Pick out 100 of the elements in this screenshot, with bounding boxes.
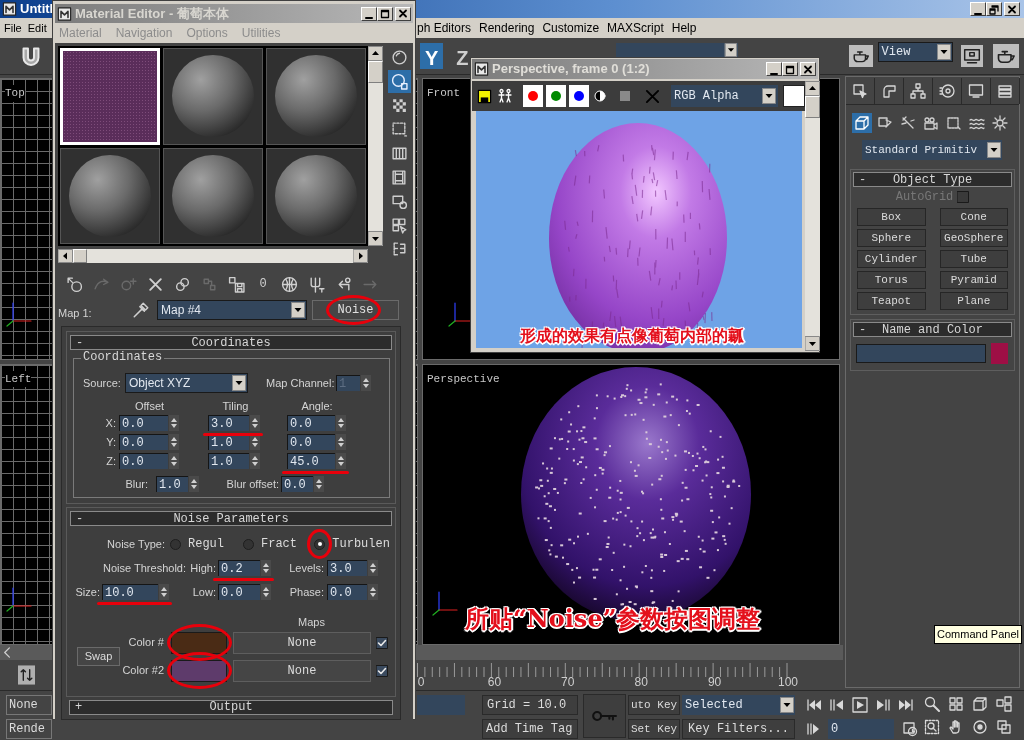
selection-field[interactable]: None xyxy=(6,695,52,715)
swap-button[interactable]: Swap xyxy=(77,647,120,666)
display-dropdown[interactable]: RGB Alpha xyxy=(671,85,778,107)
caret-down-icon[interactable] xyxy=(232,375,246,391)
spinner-icon[interactable] xyxy=(261,584,271,600)
scroll-thumb[interactable] xyxy=(805,96,820,118)
number-field[interactable]: 3.0 xyxy=(327,560,367,576)
rollout-header[interactable]: - Noise Parameters xyxy=(70,511,392,526)
spinner-icon[interactable] xyxy=(189,476,199,492)
spinner-icon[interactable] xyxy=(361,375,371,391)
number-field[interactable]: 10.0 xyxy=(102,584,158,600)
color-swatch[interactable] xyxy=(171,659,227,682)
material-slot[interactable] xyxy=(60,147,160,244)
spinner-icon[interactable] xyxy=(368,560,378,576)
scroll-down-icon[interactable] xyxy=(368,231,383,246)
contrast-icon[interactable] xyxy=(594,90,606,102)
vertical-scrollbar[interactable] xyxy=(368,46,383,246)
spinner-icon[interactable] xyxy=(336,453,346,469)
render-frame-icon[interactable] xyxy=(960,45,983,67)
number-field[interactable]: 45.0 xyxy=(287,453,335,469)
frame-field[interactable]: 0 xyxy=(828,719,894,739)
map-button[interactable]: None xyxy=(233,659,371,682)
object-type-button[interactable]: Pyramid xyxy=(939,271,1008,289)
viewport-label[interactable]: Left xyxy=(5,370,32,387)
menu-item[interactable]: Edit xyxy=(27,19,47,37)
number-field[interactable]: 0.0 xyxy=(119,415,168,431)
object-color-swatch[interactable] xyxy=(991,343,1008,364)
auto-key-button[interactable]: uto Key xyxy=(628,695,680,715)
number-field[interactable]: 0.0 xyxy=(287,434,335,450)
radio-option[interactable]: Fract xyxy=(243,535,302,553)
radio-button-icon[interactable] xyxy=(314,538,326,550)
effects-channel-button[interactable]: 0 xyxy=(253,274,273,294)
scroll-down-icon[interactable] xyxy=(805,336,820,351)
spinner-icon[interactable] xyxy=(336,415,346,431)
spinner-icon[interactable] xyxy=(250,434,260,450)
render-button[interactable]: Rende xyxy=(6,719,52,739)
scroll-thumb[interactable] xyxy=(73,249,87,263)
teapot-icon[interactable] xyxy=(848,45,873,67)
color-swatch[interactable] xyxy=(783,85,805,107)
object-type-button[interactable]: Sphere xyxy=(857,229,926,247)
number-field[interactable]: 0.2 xyxy=(218,560,260,576)
number-field[interactable]: 0.0 xyxy=(218,584,260,600)
object-type-button[interactable]: Torus xyxy=(857,271,926,289)
color-swatch[interactable] xyxy=(171,631,227,654)
radio-option[interactable]: Turbulen xyxy=(314,535,392,553)
set-key-mode-button[interactable]: Set Key xyxy=(628,719,680,739)
view-dropdown[interactable]: View xyxy=(877,42,953,62)
cube-icon[interactable] xyxy=(852,113,872,133)
menu-item[interactable]: Rendering xyxy=(479,19,535,37)
object-type-button[interactable]: Box xyxy=(857,208,926,226)
rollout-header[interactable]: - Name and Color xyxy=(853,322,1012,337)
channel-toggle[interactable] xyxy=(569,85,589,107)
menu-item[interactable]: Help xyxy=(671,19,697,37)
number-field[interactable]: 0.0 xyxy=(281,476,313,492)
material-slot[interactable] xyxy=(266,48,366,145)
map-button[interactable]: None xyxy=(233,631,371,654)
cube-outline-icon[interactable] xyxy=(972,696,988,712)
checkbox[interactable] xyxy=(376,664,388,677)
number-field[interactable]: 1.0 xyxy=(156,476,188,492)
step-forward-icon[interactable] xyxy=(875,697,891,713)
menu-item[interactable]: Customize xyxy=(542,19,600,37)
skip-forward-icon[interactable] xyxy=(898,697,914,713)
spinner-icon[interactable] xyxy=(336,434,346,450)
radio-button-icon[interactable] xyxy=(170,538,181,550)
map-name-dropdown[interactable]: Map #4 xyxy=(157,300,307,320)
rollout-header[interactable]: - Object Type xyxy=(853,172,1012,187)
number-field[interactable]: 0.0 xyxy=(327,584,367,600)
spinner-icon[interactable] xyxy=(169,434,179,450)
number-field[interactable]: 1.0 xyxy=(208,453,249,469)
four-squares-icon[interactable] xyxy=(948,696,964,712)
menu-item[interactable]: MAXScript xyxy=(607,19,664,37)
spinner-icon[interactable] xyxy=(250,453,260,469)
name-field[interactable] xyxy=(856,344,986,363)
viewport-label[interactable]: Top xyxy=(5,85,25,102)
radio-button-icon[interactable] xyxy=(243,538,254,550)
number-field[interactable]: 3.0 xyxy=(208,415,249,431)
collapse-toggle[interactable]: - xyxy=(71,512,87,525)
number-field[interactable]: 0.0 xyxy=(287,415,335,431)
up-down-arrows-icon[interactable] xyxy=(17,665,35,685)
collapse-toggle[interactable]: + xyxy=(70,701,86,713)
collapse-toggle[interactable]: - xyxy=(71,336,87,349)
skip-back-icon[interactable] xyxy=(806,697,822,713)
number-field[interactable]: 0.0 xyxy=(119,453,168,469)
object-type-button[interactable]: Tube xyxy=(939,250,1008,268)
viewport[interactable]: Perspective 所贴“Noise”参数按图调整 xyxy=(422,363,840,645)
caret-down-icon[interactable] xyxy=(780,697,794,713)
scroll-right-icon[interactable] xyxy=(353,249,368,263)
region-zoom-icon[interactable] xyxy=(924,719,940,735)
category-dropdown[interactable]: Standard Primitiv xyxy=(862,140,1002,160)
selection-set-dropdown[interactable] xyxy=(615,43,738,57)
scroll-up-icon[interactable] xyxy=(805,81,820,96)
time-ruler[interactable]: 0 60 70 80 90 100 xyxy=(416,660,843,690)
material-slot[interactable] xyxy=(266,147,366,244)
spinner-icon[interactable] xyxy=(314,476,324,492)
caret-down-icon[interactable] xyxy=(291,302,305,318)
key-mode-dropdown[interactable]: Selected xyxy=(682,695,795,715)
spinner-icon[interactable] xyxy=(159,584,169,600)
source-dropdown[interactable]: Object XYZ xyxy=(125,373,248,393)
material-slot[interactable] xyxy=(163,48,263,145)
step-back-icon[interactable] xyxy=(829,697,845,713)
